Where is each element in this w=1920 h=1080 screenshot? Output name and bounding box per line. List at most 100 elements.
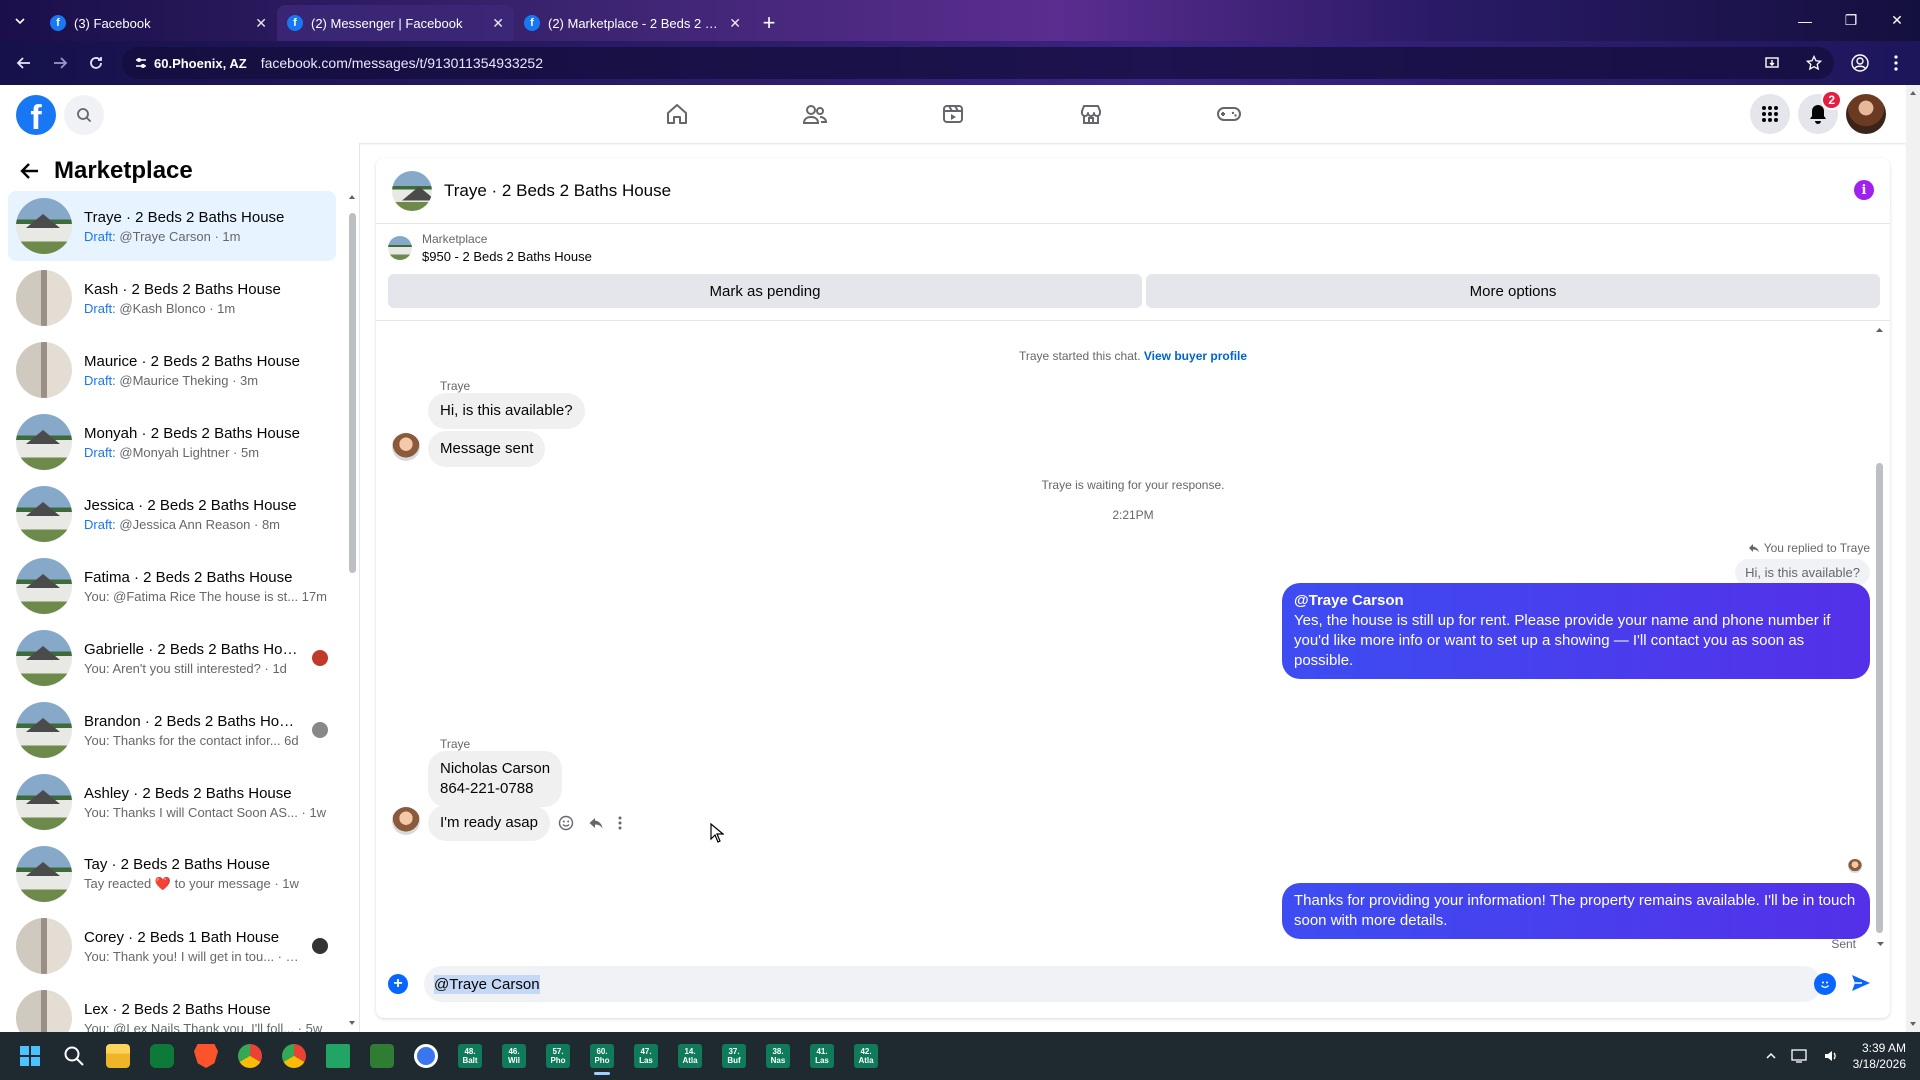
message-bubble[interactable]: Hi, is this available? — [428, 393, 585, 429]
conversation-item[interactable]: Corey · 2 Beds 1 Bath House You: Thank yo… — [8, 911, 336, 981]
mark-as-pending-button[interactable]: Mark as pending — [388, 274, 1142, 308]
message-input[interactable]: @Traye Carson — [424, 966, 1822, 1002]
listing-info[interactable]: Marketplace $950 - 2 Beds 2 Baths House — [388, 232, 592, 264]
install-app-icon[interactable] — [1764, 55, 1780, 71]
taskbar-app-sheets[interactable] — [320, 1036, 356, 1076]
taskbar-clock[interactable]: 3:39 AM 3/18/2026 — [1853, 1040, 1906, 1072]
scroll-up-icon[interactable] — [348, 193, 356, 201]
browser-tab-messenger[interactable]: f (2) Messenger | Facebook ✕ — [277, 5, 514, 41]
more-options-button[interactable]: More options — [1146, 274, 1880, 308]
taskbar-app-42-atla[interactable]: 42. Atla — [848, 1036, 884, 1076]
scroll-down-icon[interactable] — [348, 1019, 356, 1027]
sidebar-scroll-thumb[interactable] — [349, 213, 356, 573]
more-actions-plus-icon[interactable]: + — [388, 974, 408, 994]
page-scrollbar[interactable] — [1906, 85, 1920, 1032]
taskbar-app-chrome[interactable] — [232, 1036, 268, 1076]
conversation-item[interactable]: Fatima · 2 Beds 2 Baths House You: @Fatim… — [8, 551, 336, 621]
scroll-down-icon[interactable] — [1876, 940, 1885, 948]
nav-gaming[interactable] — [1160, 85, 1298, 143]
taskbar-app-explorer[interactable] — [100, 1036, 136, 1076]
my-message-bubble[interactable]: Thanks for providing your information! T… — [1282, 883, 1870, 939]
browser-menu-icon[interactable] — [1880, 47, 1912, 79]
restore-icon[interactable]: ❐ — [1828, 0, 1874, 41]
reply-icon[interactable] — [588, 815, 604, 831]
facebook-logo-icon[interactable]: f — [16, 95, 56, 135]
scroll-up-icon[interactable] — [1909, 89, 1917, 97]
address-bar[interactable]: 60.Phoenix, AZ facebook.com/messages/t/9… — [122, 47, 1834, 79]
search-button[interactable] — [64, 95, 104, 135]
taskbar-app-go[interactable] — [144, 1036, 180, 1076]
more-vertical-icon[interactable] — [618, 815, 622, 831]
conversation-item[interactable]: Gabrielle · 2 Beds 2 Baths Hou... You: Ar… — [8, 623, 336, 693]
scroll-down-icon[interactable] — [1909, 1020, 1917, 1028]
back-arrow-icon[interactable] — [8, 47, 40, 79]
close-window-icon[interactable]: ✕ — [1874, 0, 1920, 41]
volume-icon[interactable] — [1823, 1048, 1839, 1064]
nav-video[interactable] — [884, 85, 1022, 143]
conversation-item[interactable]: Traye · 2 Beds 2 Baths House Draft: @Tray… — [8, 191, 336, 261]
network-icon[interactable] — [1790, 1048, 1809, 1064]
shortcut-icon: 42. Atla — [854, 1044, 878, 1068]
close-tab-icon[interactable]: ✕ — [492, 15, 504, 32]
browser-tab-marketplace[interactable]: f (2) Marketplace - 2 Beds 2 Bath ✕ — [514, 5, 751, 41]
info-icon[interactable]: i — [1854, 180, 1874, 200]
conversation-item[interactable]: Ashley · 2 Beds 2 Baths House You: Thanks… — [8, 767, 336, 837]
send-button[interactable] — [1850, 972, 1872, 994]
conversation-item[interactable]: Tay · 2 Beds 2 Baths House Tay reacted ❤️… — [8, 839, 336, 909]
nav-home[interactable] — [608, 85, 746, 143]
taskbar-app-57-pho[interactable]: 57. Pho — [540, 1036, 576, 1076]
taskbar-app-search[interactable] — [56, 1036, 92, 1076]
forward-arrow-icon[interactable] — [44, 47, 76, 79]
taskbar-app-47-las[interactable]: 47. Las — [628, 1036, 664, 1076]
chat-title[interactable]: Traye · 2 Beds 2 Baths House — [444, 181, 671, 201]
conversation-item[interactable]: Monyah · 2 Beds 2 Baths House Draft: @Mon… — [8, 407, 336, 477]
message-bubble[interactable]: I'm ready asap — [428, 805, 550, 841]
bookmark-star-icon[interactable] — [1806, 55, 1822, 71]
taskbar-app-38-nas[interactable]: 38. Nas — [760, 1036, 796, 1076]
nav-friends[interactable] — [746, 85, 884, 143]
scroll-up-icon[interactable] — [1875, 326, 1884, 334]
nav-marketplace[interactable] — [1022, 85, 1160, 143]
minimize-icon[interactable]: — — [1782, 0, 1828, 41]
taskbar-app-protile[interactable] — [364, 1036, 400, 1076]
taskbar-app-46-wil[interactable]: 46. Wil — [496, 1036, 532, 1076]
sender-avatar[interactable] — [392, 807, 420, 835]
conversation-item[interactable]: Brandon · 2 Beds 2 Baths House You: Thank… — [8, 695, 336, 765]
conversation-item[interactable]: Jessica · 2 Beds 2 Baths House Draft: @Je… — [8, 479, 336, 549]
taskbar-app-signal[interactable] — [408, 1036, 444, 1076]
notifications-button[interactable]: 2 — [1798, 90, 1842, 134]
taskbar-app-brave[interactable] — [188, 1036, 224, 1076]
reload-icon[interactable] — [80, 47, 112, 79]
taskbar-app-37-buf[interactable]: 37. Buf — [716, 1036, 752, 1076]
emoji-icon[interactable] — [1814, 973, 1836, 995]
conversation-item[interactable]: Kash · 2 Beds 2 Baths House Draft: @Kash … — [8, 263, 336, 333]
back-arrow-icon[interactable] — [20, 161, 40, 181]
listing-thumbnail[interactable] — [392, 170, 432, 211]
profile-icon[interactable] — [1844, 47, 1876, 79]
sender-avatar[interactable] — [392, 433, 420, 461]
browser-tab-facebook[interactable]: f (3) Facebook ✕ — [40, 5, 277, 41]
taskbar-app-chrome2[interactable] — [276, 1036, 312, 1076]
react-emoji-icon[interactable] — [558, 815, 574, 831]
quoted-message[interactable]: Hi, is this available? — [1735, 559, 1870, 586]
conversation-item[interactable]: Maurice · 2 Beds 2 Baths House Draft: @Ma… — [8, 335, 336, 405]
chat-scroll-thumb[interactable] — [1876, 463, 1883, 933]
new-tab-button[interactable]: + — [751, 5, 787, 41]
view-buyer-profile-link[interactable]: View buyer profile — [1144, 349, 1247, 363]
taskbar-app-60-pho[interactable]: 60. Pho — [584, 1036, 620, 1076]
tab-search-icon[interactable] — [0, 0, 40, 41]
account-avatar[interactable] — [1846, 94, 1886, 134]
taskbar-app-48-balt[interactable]: 48. Balt — [452, 1036, 488, 1076]
taskbar-app-windows[interactable] — [12, 1036, 48, 1076]
taskbar-app-14-atla[interactable]: 14. Atla — [672, 1036, 708, 1076]
message-bubble[interactable]: Message sent — [428, 431, 546, 467]
close-tab-icon[interactable]: ✕ — [729, 15, 741, 32]
chevron-up-icon[interactable] — [1765, 1050, 1777, 1062]
menu-button[interactable] — [1750, 94, 1790, 134]
site-info-chip[interactable]: 60.Phoenix, AZ — [134, 56, 253, 71]
my-message-bubble[interactable]: @Traye Carson Yes, the house is still up… — [1282, 583, 1870, 679]
message-bubble[interactable]: Nicholas Carson 864-221-0788 — [428, 751, 563, 807]
close-tab-icon[interactable]: ✕ — [255, 15, 267, 32]
taskbar-app-41-las[interactable]: 41. Las — [804, 1036, 840, 1076]
mouse-cursor-icon — [710, 823, 724, 843]
